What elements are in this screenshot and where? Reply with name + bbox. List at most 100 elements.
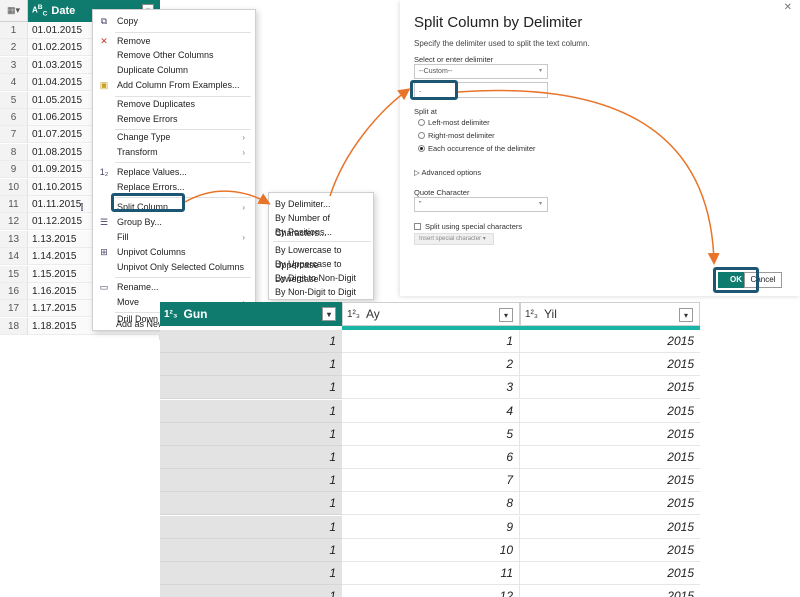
gun-cell[interactable]: 1 [160, 376, 342, 400]
close-icon[interactable]: ✕ [784, 2, 792, 13]
submenu-by-positions[interactable]: By Positions... [269, 225, 373, 240]
gun-cell[interactable]: 1 [160, 330, 342, 353]
screenshot-root: { "left_grid": { "column_type": "A B C",… [0, 0, 800, 597]
yil-cell[interactable]: 2015 [520, 330, 700, 353]
gun-cell[interactable]: 1 [160, 562, 342, 585]
gun-cell[interactable]: 1 [160, 515, 342, 539]
menu-item-copy[interactable]: ⧉ Copy [93, 14, 255, 29]
radio-each-occurrence[interactable]: Each occurrence of the delimiter [418, 144, 536, 153]
menu-item-change-type[interactable]: Change Type › [93, 130, 255, 145]
menu-item-add-as-new-label[interactable]: Add as New [92, 317, 162, 332]
filter-dropdown-icon[interactable]: ▾ [679, 308, 693, 322]
arrow-to-dialog [329, 88, 411, 197]
menu-item-replace-values[interactable]: 1₂ Replace Values... [93, 165, 255, 180]
yil-cell[interactable]: 2015 [520, 492, 700, 516]
ay-cell[interactable]: 1 [342, 330, 520, 353]
gun-cell[interactable]: 1 [160, 585, 342, 597]
examples-icon: ▣ [99, 80, 109, 90]
yil-cell[interactable]: 2015 [520, 539, 700, 562]
submenu-lower-upper[interactable]: By Lowercase to Uppercase [269, 243, 373, 270]
table-row[interactable]: 1 2 2015 [160, 353, 700, 377]
ay-cell[interactable]: 2 [342, 353, 520, 377]
yil-cell[interactable]: 2015 [520, 562, 700, 585]
ay-cell[interactable]: 6 [342, 446, 520, 469]
ay-cell[interactable]: 3 [342, 376, 520, 400]
ay-cell[interactable]: 11 [342, 562, 520, 585]
column-header-yil[interactable]: 1²₃ Yil ▾ [520, 302, 700, 326]
insert-special-button[interactable]: Insert special character ▾ [414, 233, 494, 245]
gun-cell[interactable]: 1 [160, 469, 342, 493]
yil-cell[interactable]: 2015 [520, 585, 700, 597]
submenu-by-number[interactable]: By Number of Characters... [269, 211, 373, 238]
submenu-by-delimiter[interactable]: By Delimiter... [269, 197, 373, 212]
context-menu: ⧉ Copy ✕ Remove Remove Other Columns Dupli… [81, 9, 256, 331]
delimiter-select[interactable]: --Custom-- ▾ [414, 64, 548, 79]
table-row[interactable]: 1 10 2015 [160, 538, 700, 562]
table-row[interactable]: 1 12 2015 [160, 585, 700, 597]
row-number: 6 [0, 109, 28, 126]
menu-item-remove-errors[interactable]: Remove Errors [93, 112, 255, 127]
row-number: 2 [0, 39, 28, 57]
ay-cell[interactable]: 5 [342, 422, 520, 446]
table-row[interactable]: 1 1 2015 [160, 330, 700, 353]
yil-cell[interactable]: 2015 [520, 376, 700, 400]
table-row[interactable]: 1 3 2015 [160, 376, 700, 400]
radio-right-most[interactable]: Right-most delimiter [418, 131, 495, 140]
menu-item-remove-duplicates[interactable]: Remove Duplicates [93, 97, 255, 112]
yil-cell[interactable]: 2015 [520, 423, 700, 446]
ay-cell[interactable]: 9 [342, 515, 520, 539]
number-type-icon: 1²₃ [347, 308, 360, 320]
yil-cell[interactable]: 2015 [520, 446, 700, 469]
submenu-digit-nondigit[interactable]: By Digit to Non-Digit [269, 271, 373, 286]
yil-cell[interactable]: 2015 [520, 353, 700, 377]
row-number: 7 [0, 126, 28, 144]
column-header-ay[interactable]: 1²₃ Ay ▾ [342, 302, 520, 326]
radio-left-most[interactable]: Left-most delimiter [418, 118, 490, 127]
special-chars-checkbox[interactable]: Split using special characters [414, 222, 522, 231]
ay-cell[interactable]: 8 [342, 492, 520, 516]
gun-cell[interactable]: 1 [160, 353, 342, 377]
menu-item-unpivot-selected[interactable]: Unpivot Only Selected Columns [93, 260, 255, 275]
ay-cell[interactable]: 7 [342, 469, 520, 493]
filter-dropdown-icon[interactable]: ▾ [499, 308, 513, 322]
advanced-options[interactable]: ▷ Advanced options [414, 168, 481, 177]
gun-cell[interactable]: 1 [160, 446, 342, 469]
table-row[interactable]: 1 7 2015 [160, 469, 700, 493]
table-row[interactable]: 1 6 2015 [160, 446, 700, 469]
menu-item-transform[interactable]: Transform › [93, 145, 255, 160]
ay-cell[interactable]: 10 [342, 538, 520, 562]
yil-cell[interactable]: 2015 [520, 516, 700, 539]
gun-cell[interactable]: 1 [160, 538, 342, 562]
gun-cell[interactable]: 1 [160, 399, 342, 423]
table-row[interactable]: 1 11 2015 [160, 562, 700, 585]
filter-dropdown-icon[interactable]: ▾ [322, 307, 336, 321]
number-type-icon: 1²₃ [525, 308, 538, 320]
quote-select[interactable]: " ▾ [414, 197, 548, 212]
menu-item-remove[interactable]: ✕ Remove [93, 34, 255, 49]
menu-item-duplicate[interactable]: Duplicate Column [93, 63, 255, 78]
row-number: 15 [0, 265, 28, 283]
menu-item-fill[interactable]: Fill › [93, 230, 255, 245]
table-menu-icon[interactable]: ▦▾ [0, 0, 28, 22]
menu-item-unpivot[interactable]: ⊞ Unpivot Columns [93, 245, 255, 260]
gun-cell[interactable]: 1 [160, 492, 342, 516]
table-row[interactable]: 1 4 2015 [160, 399, 700, 423]
dialog-title: Split Column by Delimiter [414, 14, 583, 31]
table-row[interactable]: 1 8 2015 [160, 492, 700, 516]
column-header-gun[interactable]: 1²₃ Gun ▾ [160, 302, 342, 326]
select-label: Select or enter delimiter [414, 55, 494, 64]
yil-cell[interactable]: 2015 [520, 469, 700, 493]
ay-cell[interactable]: 4 [342, 399, 520, 423]
yil-cell[interactable]: 2015 [520, 400, 700, 423]
submenu-upper-lower[interactable]: By Uppercase to Lowercase [269, 257, 373, 284]
table-row[interactable]: 1 9 2015 [160, 515, 700, 539]
menu-item-add-from-examples[interactable]: ▣ Add Column From Examples... [93, 78, 255, 93]
table-row[interactable]: 1 5 2015 [160, 422, 700, 446]
menu-item-rename[interactable]: ▭ Rename... [93, 280, 255, 295]
submenu-nondigit-digit[interactable]: By Non-Digit to Digit [269, 285, 373, 300]
gun-cell[interactable]: 1 [160, 422, 342, 446]
row-number: 4 [0, 74, 28, 92]
menu-item-group-by[interactable]: ☰ Group By... [93, 215, 255, 230]
menu-item-remove-other[interactable]: Remove Other Columns [93, 48, 255, 63]
ay-cell[interactable]: 12 [342, 585, 520, 597]
